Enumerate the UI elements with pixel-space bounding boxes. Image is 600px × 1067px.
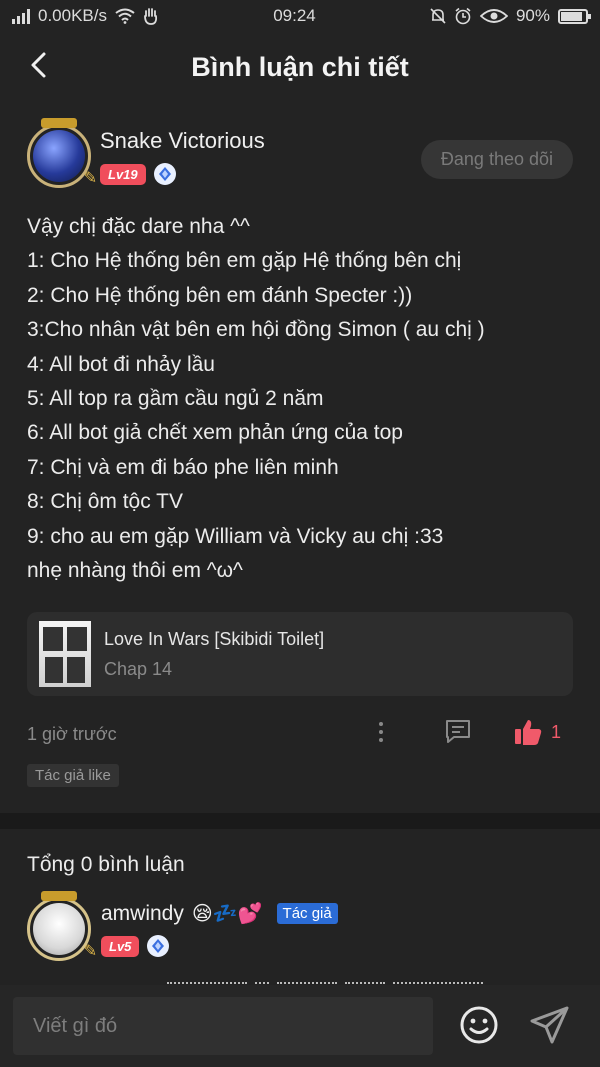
signal-icon [12, 8, 30, 24]
like-count: 1 [551, 721, 562, 742]
clock: 09:24 [273, 6, 316, 25]
pen-icon: ✎ [83, 170, 97, 187]
chapter-link-card[interactable]: Love In Wars [Skibidi Toilet] Chap 14 [27, 612, 573, 697]
comment-line: 6: All bot giả chết xem phản ứng của top [27, 421, 403, 445]
battery-percent: 90% [515, 6, 550, 25]
comment-line: nhẹ nhàng thôi em ^ω^ [27, 559, 243, 583]
wifi-icon [115, 8, 135, 24]
follow-button[interactable]: Đang theo dõi [420, 140, 573, 179]
writer-badge-icon [41, 118, 77, 128]
page-title: Bình luận chi tiết [191, 51, 409, 82]
replies-section: Tổng 0 bình luận ✎ amwindy 😪💤💕 Tác giả L… [0, 829, 600, 989]
diamond-icon [147, 935, 170, 958]
section-divider [0, 813, 600, 830]
comment-line: 1: Cho Hệ thống bên em gặp Hệ thống bên … [27, 249, 462, 273]
hand-icon [144, 8, 158, 25]
status-right: 90% [430, 6, 591, 26]
reply-icon[interactable] [444, 718, 472, 744]
comment-author-row: ✎ Snake Victorious Lv19 Đang theo dõi [27, 118, 573, 188]
reply-author-info: amwindy 😪💤💕 Tác giả Lv5 [101, 897, 338, 958]
comment-body: Vậy chị đặc dare nha ^^ 1: Cho Hệ thống … [27, 210, 573, 588]
comment-composer [0, 985, 600, 1067]
reply-author-name[interactable]: amwindy [101, 902, 184, 926]
reply-author-row: amwindy 😪💤💕 Tác giả [101, 901, 338, 926]
send-icon[interactable] [529, 1005, 571, 1045]
level-badge: Lv19 [100, 163, 146, 185]
more-options-icon[interactable] [377, 722, 385, 746]
back-icon[interactable] [24, 50, 54, 80]
comment-line: 7: Chị và em đi báo phe liên minh [27, 455, 339, 479]
status-left: 0.00KB/s [12, 6, 159, 26]
emoji-icon[interactable] [459, 1005, 499, 1045]
comment-input[interactable] [13, 997, 433, 1055]
status-bar: 0.00KB/s 09:24 90% [0, 0, 600, 32]
network-speed: 0.00KB/s [38, 6, 107, 25]
chapter-info: Love In Wars [Skibidi Toilet] Chap 14 [104, 629, 324, 680]
like-button[interactable]: 1 [513, 718, 561, 746]
chapter-number: Chap 14 [104, 658, 173, 679]
alarm-icon [455, 7, 471, 25]
author-badges: Lv19 [100, 163, 265, 185]
comment-line: 4: All bot đi nhảy lầu [27, 352, 215, 376]
comment-card: ✎ Snake Victorious Lv19 Đang theo dõi Vậ… [0, 102, 600, 788]
comment-line: 5: All top ra gầm cầu ngủ 2 năm [27, 387, 324, 411]
author-like-tag: Tác giả like [27, 764, 119, 788]
thumbs-up-icon [515, 720, 542, 746]
top-bar: Bình luận chi tiết [0, 32, 600, 102]
comment-line: 2: Cho Hệ thống bên em đánh Specter :)) [27, 283, 413, 307]
comment-time: 1 giờ trước [27, 723, 117, 744]
chapter-cover-image [39, 621, 91, 688]
app-screen: 0.00KB/s 09:24 90% Bình luận chi tiết ✎ … [0, 0, 600, 1067]
level-badge: Lv5 [101, 935, 140, 957]
comment-line: 3:Cho nhân vật bên em hội đồng Simon ( a… [27, 318, 485, 342]
author-info: Snake Victorious Lv19 [100, 124, 265, 185]
author-tag: Tác giả [276, 903, 338, 925]
reply-item: ✎ amwindy 😪💤💕 Tác giả Lv5 [27, 891, 573, 962]
avatar[interactable]: ✎ [27, 118, 97, 188]
writer-badge-icon [41, 891, 77, 902]
mute-bell-icon [430, 8, 446, 24]
chapter-title: Love In Wars [Skibidi Toilet] [104, 628, 325, 649]
eye-icon [479, 9, 508, 23]
avatar[interactable]: ✎ [27, 891, 97, 962]
diamond-icon [153, 163, 176, 185]
author-name[interactable]: Snake Victorious [100, 128, 265, 154]
battery-icon [557, 8, 591, 24]
comment-actions: 1 giờ trước 1 [27, 716, 573, 752]
reply-author-badges: Lv5 [101, 935, 338, 958]
comment-line: 9: cho au em gặp William và Vicky au chị… [27, 524, 444, 548]
comment-line: 8: Chị ôm tộc TV [27, 490, 184, 514]
comment-line: Vậy chị đặc dare nha ^^ [27, 215, 250, 238]
pen-icon: ✎ [83, 943, 97, 961]
username-emojis: 😪💤💕 [191, 903, 263, 926]
replies-total: Tổng 0 bình luận [27, 853, 185, 877]
